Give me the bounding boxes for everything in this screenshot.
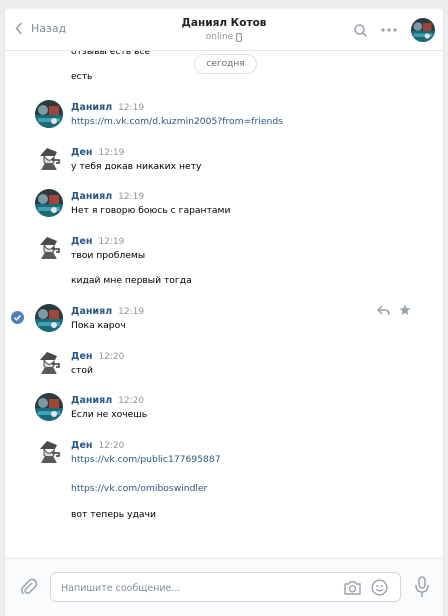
message-author[interactable]: Ден 12:20 bbox=[71, 440, 124, 451]
avatar[interactable] bbox=[35, 144, 63, 172]
message-input-box[interactable] bbox=[50, 572, 401, 602]
smile-icon[interactable] bbox=[371, 579, 388, 599]
chat-header: Назад Даниял Котов online bbox=[5, 9, 443, 51]
avatar[interactable] bbox=[35, 304, 63, 332]
message-text: есть bbox=[71, 71, 93, 82]
avatar[interactable] bbox=[35, 393, 63, 421]
check-circle-icon[interactable] bbox=[11, 311, 24, 324]
message-time: 12:19 bbox=[118, 192, 145, 202]
message-author[interactable]: Даниял 12:19 bbox=[71, 102, 144, 113]
message-time: 12:19 bbox=[118, 307, 145, 317]
message-author[interactable]: Даниял 12:19 bbox=[71, 306, 144, 317]
message-list: отзывы есть все есть Даниял 12:19 https:/… bbox=[5, 9, 443, 616]
message-input[interactable] bbox=[61, 579, 331, 597]
message-text: стой bbox=[71, 365, 93, 376]
message-time: 12:19 bbox=[118, 103, 145, 113]
composer bbox=[5, 558, 443, 616]
message-text: твои проблемы bbox=[71, 250, 146, 261]
message-author[interactable]: Даниял 12:20 bbox=[71, 395, 144, 406]
avatar[interactable] bbox=[35, 233, 63, 261]
message-link[interactable]: https://vk.com/omiboswindler bbox=[71, 483, 207, 494]
message-text: кидай мне первый тогда bbox=[71, 275, 192, 286]
reply-icon[interactable] bbox=[376, 305, 390, 319]
message-text: вот теперь удачи bbox=[71, 509, 156, 520]
date-divider: сегодня bbox=[194, 54, 257, 74]
message-time: 12:20 bbox=[98, 352, 125, 362]
message-author[interactable]: Ден 12:20 bbox=[71, 351, 124, 362]
message-text: у тебя докав никаких нету bbox=[71, 161, 202, 172]
mobile-icon bbox=[236, 32, 243, 42]
microphone-icon[interactable] bbox=[415, 576, 429, 601]
message-text: Нет я говорю боюсь с гарантами bbox=[71, 205, 231, 216]
avatar[interactable] bbox=[35, 100, 63, 128]
message-author[interactable]: Даниял 12:19 bbox=[71, 191, 144, 202]
peer-avatar[interactable] bbox=[411, 18, 435, 42]
message-author[interactable]: Ден 12:19 bbox=[71, 236, 124, 247]
star-icon[interactable] bbox=[399, 304, 411, 319]
message-time: 12:20 bbox=[118, 396, 145, 406]
message-time: 12:19 bbox=[98, 237, 125, 247]
search-icon[interactable] bbox=[354, 23, 367, 37]
camera-icon[interactable] bbox=[344, 580, 361, 598]
more-icon[interactable] bbox=[381, 28, 397, 32]
avatar[interactable] bbox=[35, 189, 63, 217]
message-link[interactable]: https://m.vk.com/d.kuzmin2005?from=frien… bbox=[71, 116, 283, 127]
message-time: 12:19 bbox=[98, 148, 125, 158]
message-text: Если не хочешь bbox=[71, 409, 148, 420]
avatar[interactable] bbox=[35, 437, 63, 465]
message-link[interactable]: https://vk.com/public177695887 bbox=[71, 454, 221, 465]
chat-window: отзывы есть все есть Даниял 12:19 https:/… bbox=[4, 9, 444, 616]
message-time: 12:20 bbox=[98, 441, 125, 451]
paperclip-icon[interactable] bbox=[21, 578, 38, 599]
message-text: Пока кароч bbox=[71, 320, 126, 331]
avatar[interactable] bbox=[35, 348, 63, 376]
message-author[interactable]: Ден 12:19 bbox=[71, 147, 124, 158]
